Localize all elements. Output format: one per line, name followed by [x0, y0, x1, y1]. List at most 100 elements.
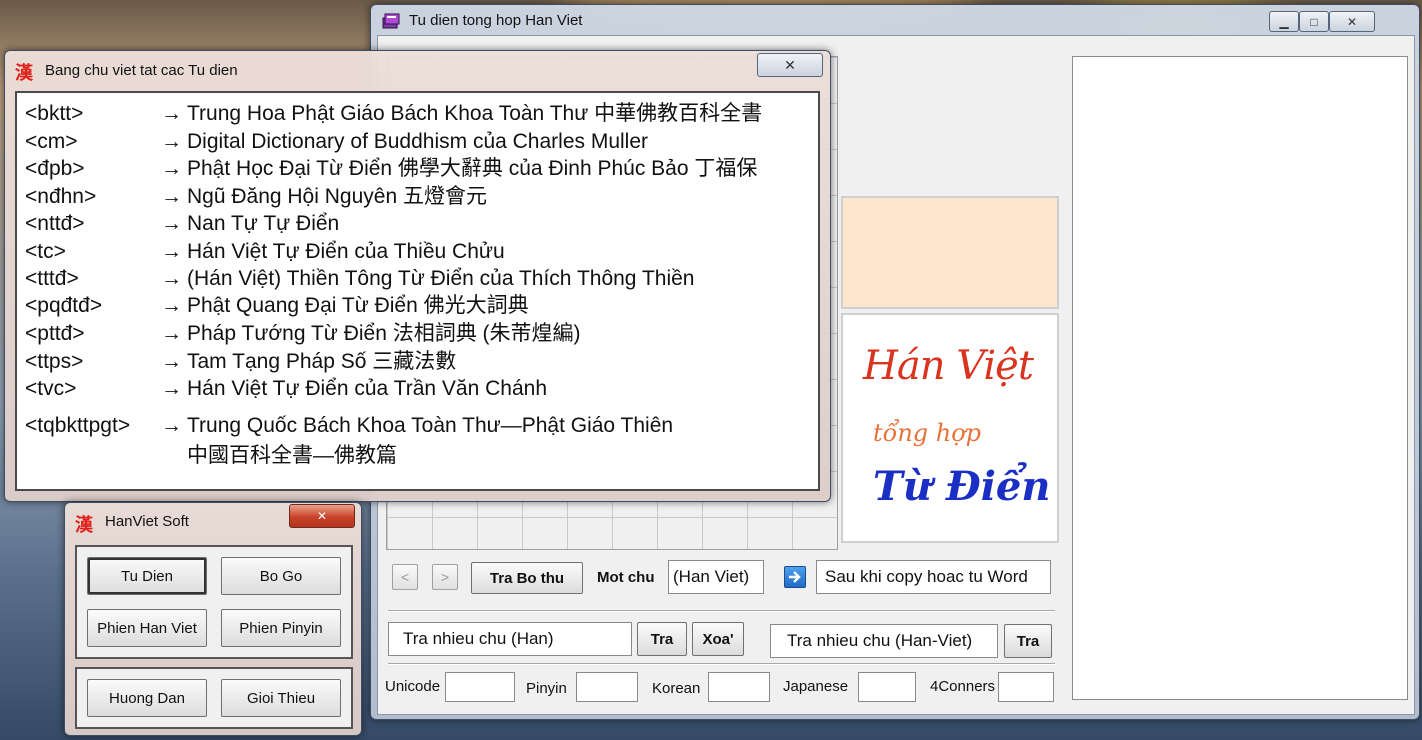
maximize-button[interactable]: □	[1299, 11, 1329, 32]
copy-input[interactable]: Sau khi copy hoac tu Word	[816, 560, 1051, 594]
abbreviation-description: (Hán Việt) Thiền Tông Từ Điển của Thích …	[187, 267, 695, 290]
close-icon: ✕	[1346, 14, 1358, 29]
abbreviation-entry: <tvc> → Hán Việt Tự Điển của Trần Văn Chán…	[25, 376, 547, 402]
main-window-titlebar[interactable]: Tu dien tong hop Han Viet	[371, 5, 1419, 35]
tra-han-button[interactable]: Tra	[637, 622, 687, 656]
unicode-label: Unicode	[385, 678, 441, 695]
bo-go-button[interactable]: Bo Go	[221, 557, 341, 595]
phien-pinyin-button[interactable]: Phien Pinyin	[221, 609, 341, 647]
abbreviation-dialog: 漢 Bang chu viet tat cac Tu dien ✕ <bktt>…	[4, 50, 831, 502]
arrow-right-icon: →	[161, 414, 182, 437]
abbreviation-key: <tvc>	[25, 377, 77, 400]
app-logo: Hán Việt tổng hợp Từ Điển	[841, 313, 1059, 543]
abbreviation-key: <tc>	[25, 240, 66, 263]
close-icon: ✕	[316, 509, 328, 523]
abbreviation-dialog-title: Bang chu viet tat cac Tu dien	[45, 62, 238, 79]
arrow-right-icon	[789, 571, 801, 583]
xoa-button[interactable]: Xoa'	[692, 622, 744, 656]
maximize-icon: □	[1310, 14, 1318, 29]
arrow-right-icon: →	[161, 102, 182, 125]
abbreviation-key: <bktt>	[25, 102, 84, 125]
arrow-right-icon: →	[161, 350, 182, 373]
abbreviation-dialog-titlebar[interactable]: 漢 Bang chu viet tat cac Tu dien	[5, 51, 830, 89]
arrow-right-icon: →	[161, 294, 182, 317]
abbreviation-description: Trung Quốc Bách Khoa Toàn Thư—Phật Giáo …	[187, 414, 674, 437]
abbreviation-entry: <pqđtđ> → Phật Quang Đại Từ Điển 佛光大詞典	[25, 293, 529, 319]
arrow-right-icon: →	[161, 377, 182, 400]
abbreviation-description: Hán Việt Tự Điển của Thiều Chửu	[187, 240, 505, 263]
arrow-right-icon: →	[161, 157, 182, 180]
copy-arrow-button[interactable]	[784, 566, 806, 588]
next-button[interactable]: >	[432, 564, 458, 590]
abbreviation-key: <tqbkttpgt>	[25, 414, 131, 437]
japanese-label: Japanese	[783, 678, 849, 695]
close-button[interactable]: ✕	[1329, 11, 1375, 32]
han-char-icon: 漢	[75, 515, 93, 535]
korean-label: Korean	[652, 680, 701, 697]
abbreviation-entry: <ttps> → Tam Tạng Pháp Số 三藏法數	[25, 349, 456, 375]
abbreviation-entry: <bktt> → Trung Hoa Phật Giáo Bách Khoa Toà…	[25, 101, 762, 127]
main-button-group: Tu Dien Bo Go Phien Han Viet Phien Pinyi…	[75, 545, 353, 659]
definition-preview-panel	[841, 196, 1059, 309]
arrow-right-icon: →	[161, 240, 182, 263]
arrow-right-icon: →	[161, 212, 182, 235]
abbreviation-entry: <tttđ> → (Hán Việt) Thiền Tông Từ Điển của…	[25, 266, 694, 292]
unicode-input[interactable]	[445, 672, 515, 702]
abbreviation-entry: <pttđ> → Pháp Tướng Từ Điển 法相詞典 (朱芾煌編)	[25, 321, 581, 347]
phien-han-viet-button[interactable]: Phien Han Viet	[87, 609, 207, 647]
abbreviation-description: Ngũ Đăng Hội Nguyên 五燈會元	[187, 185, 487, 208]
arrow-right-icon: →	[161, 267, 182, 290]
mot-chu-label: Mot chu	[597, 569, 655, 586]
han-char-icon: 漢	[15, 63, 33, 83]
pinyin-input[interactable]	[576, 672, 638, 702]
abbreviation-entry: <đpb> → Phật Học Đại Từ Điển 佛學大辭典 của Đin…	[25, 156, 757, 182]
abbreviation-key: <nđhn>	[25, 185, 97, 208]
gioi-thieu-button[interactable]: Gioi Thieu	[221, 679, 341, 717]
abbreviation-description-block: Trung Quốc Bách Khoa Toàn Thư—Phật Giáo …	[187, 413, 673, 469]
logo-line-3: Từ Điển	[873, 463, 1051, 510]
chevron-left-icon: <	[400, 569, 410, 585]
abbreviation-key: <pqđtđ>	[25, 294, 103, 317]
pinyin-label: Pinyin	[526, 680, 567, 697]
help-button-group: Huong Dan Gioi Thieu	[75, 667, 353, 729]
prev-button[interactable]: <	[392, 564, 418, 590]
abbreviation-key: <tttđ>	[25, 267, 79, 290]
minimize-button[interactable]: ▁	[1269, 11, 1299, 32]
abbreviation-description: Pháp Tướng Từ Điển 法相詞典 (朱芾煌編)	[187, 322, 581, 345]
abbreviation-description: Phật Học Đại Từ Điển 佛學大辭典 của Đinh Phúc…	[187, 157, 758, 180]
abbreviation-entry: <nttđ> → Nan Tự Tự Điển	[25, 211, 339, 237]
arrow-right-icon: →	[161, 185, 182, 208]
abbreviation-key: <cm>	[25, 130, 78, 153]
abbreviation-entry: <nđhn> → Ngũ Đăng Hội Nguyên 五燈會元	[25, 184, 487, 210]
tra-hanviet-button[interactable]: Tra	[1004, 624, 1052, 658]
4conners-label: 4Conners	[930, 678, 996, 695]
korean-input[interactable]	[708, 672, 770, 702]
hanviet-soft-title: HanViet Soft	[105, 513, 189, 530]
books-icon	[381, 12, 401, 30]
han-multi-input[interactable]: Tra nhieu chu (Han)	[388, 622, 632, 656]
hanviet-soft-close-button[interactable]: ✕	[289, 504, 355, 528]
logo-line-2: tổng hợp	[873, 419, 982, 447]
divider-1	[388, 610, 1055, 612]
abbreviation-description-line-2: 中國百科全書—佛教篇	[187, 444, 397, 467]
arrow-right-icon: →	[161, 322, 182, 345]
chevron-right-icon: >	[440, 569, 450, 585]
tu-dien-button[interactable]: Tu Dien	[87, 557, 207, 595]
tra-bo-thu-button[interactable]: Tra Bo thu	[471, 562, 583, 594]
4conners-input[interactable]	[998, 672, 1054, 702]
abbreviation-description: Digital Dictionary of Buddhism của Charl…	[187, 130, 649, 153]
mot-chu-input[interactable]: (Han Viet)	[668, 560, 764, 594]
abbreviation-description: Trung Hoa Phật Giáo Bách Khoa Toàn Thư 中…	[187, 102, 763, 125]
close-icon: ✕	[784, 56, 796, 73]
japanese-input[interactable]	[858, 672, 916, 702]
abbreviation-dialog-close-button[interactable]: ✕	[757, 53, 823, 77]
result-text-pane[interactable]	[1072, 56, 1408, 700]
hanviet-soft-window: 漢 HanViet Soft ✕ Tu Dien Bo Go Phien Han…	[64, 502, 362, 736]
abbreviation-description: Hán Việt Tự Điển của Trần Văn Chánh	[187, 377, 547, 400]
abbreviation-entry: <tqbkttpgt> → Trung Quốc Bách Khoa Toàn Th…	[25, 413, 673, 469]
abbreviation-entry: <tc> → Hán Việt Tự Điển của Thiều Chửu	[25, 239, 505, 265]
main-window-title: Tu dien tong hop Han Viet	[409, 12, 583, 29]
huong-dan-button[interactable]: Huong Dan	[87, 679, 207, 717]
abbreviation-description: Tam Tạng Pháp Số 三藏法數	[187, 350, 457, 373]
hanviet-multi-input[interactable]: Tra nhieu chu (Han-Viet)	[770, 624, 998, 658]
